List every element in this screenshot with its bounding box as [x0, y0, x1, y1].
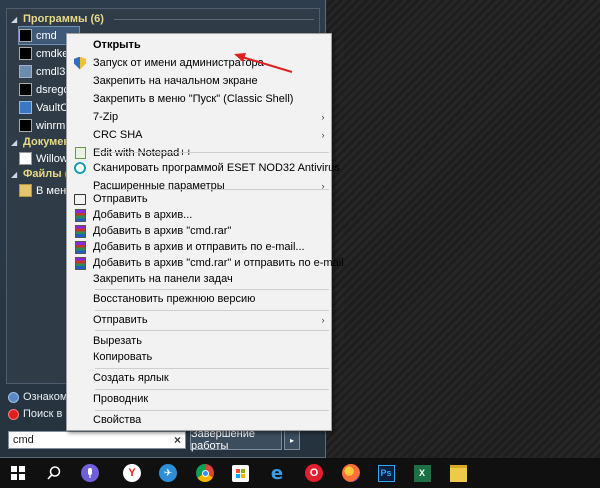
menu-item-label: Восстановить прежнюю версию — [93, 293, 256, 305]
menu-item-label: Проводник — [93, 393, 149, 405]
menu-item-pin-taskbar[interactable]: Закрепить на панели задач — [67, 270, 331, 288]
folder-icon — [19, 184, 32, 197]
taskbar-photoshop-button[interactable]: Ps — [368, 458, 404, 488]
taskbar-opera-button[interactable]: O — [296, 458, 332, 488]
taskbar-excel-button[interactable]: X — [404, 458, 440, 488]
menu-item-label: Добавить в архив "cmd.rar" и отправить п… — [93, 257, 344, 269]
menu-item-label: Закрепить в меню "Пуск" (Classic Shell) — [93, 93, 294, 105]
menu-item-restore-version[interactable]: Восстановить прежнюю версию — [67, 290, 331, 308]
cmd-icon — [19, 83, 32, 96]
menu-item-pin-classic-shell[interactable]: Закрепить в меню "Пуск" (Classic Shell) — [67, 90, 331, 108]
taskbar-chrome-button[interactable] — [187, 458, 223, 488]
winrar-icon — [74, 208, 86, 222]
clear-icon[interactable]: × — [174, 433, 181, 447]
search-input[interactable]: cmd × — [8, 431, 186, 449]
divider — [113, 18, 314, 20]
menu-item-copy[interactable]: Копировать — [67, 348, 331, 366]
taskbar-search-button[interactable] — [36, 458, 72, 488]
menu-item-label: Edit with Notepad++ — [93, 147, 193, 159]
taskbar-start-button[interactable] — [0, 458, 36, 488]
share-icon — [74, 193, 86, 205]
menu-item-crc-sha[interactable]: CRC SHA › — [67, 126, 331, 144]
menu-item-label: Добавить в архив... — [93, 209, 193, 221]
menu-item-7zip[interactable]: 7-Zip › — [67, 108, 331, 126]
menu-separator — [95, 330, 329, 331]
menu-item-label: Копировать — [93, 351, 153, 363]
context-menu: Открыть Запуск от имени администратора З… — [66, 33, 344, 431]
collapse-triangle-icon: ◢ — [11, 14, 18, 24]
menu-separator — [95, 152, 329, 153]
menu-item-eset-scan[interactable]: Сканировать программой ESET NOD32 Antivi… — [67, 159, 340, 177]
cmd-icon — [19, 29, 32, 42]
microphone-icon — [81, 464, 99, 482]
menu-item-create-shortcut[interactable]: Создать ярлык — [67, 369, 331, 387]
notepadpp-icon — [74, 147, 86, 159]
winrar-icon — [74, 240, 86, 254]
menu-item-label: Свойства — [93, 414, 142, 426]
photoshop-icon: Ps — [377, 464, 395, 482]
winrar-icon — [74, 256, 86, 270]
bottom-link-web-search[interactable]: Поиск в И — [8, 406, 72, 422]
submenu-arrow-icon: › — [321, 315, 325, 325]
opera-icon: O — [305, 464, 323, 482]
result-item-label: cmd — [36, 29, 57, 42]
menu-item-label: Вырезать — [93, 335, 142, 347]
windows-start-icon — [11, 466, 25, 480]
collapse-triangle-icon: ◢ — [11, 169, 18, 179]
winrar-icon — [74, 224, 86, 238]
search-icon — [47, 466, 61, 480]
search-input-value: cmd — [13, 434, 34, 446]
menu-item-label: Отправить — [93, 314, 148, 326]
shield-icon — [74, 56, 86, 70]
result-item-label: winrm — [36, 119, 66, 132]
menu-item-send-to[interactable]: Отправить › — [67, 311, 331, 329]
menu-item-properties[interactable]: Свойства — [67, 411, 331, 429]
bottom-link-label: Поиск в И — [23, 408, 72, 420]
vault-icon — [19, 101, 32, 114]
group-header-label: Программы (6) — [23, 13, 104, 25]
menu-item-label: Добавить в архив и отправить по e-mail..… — [93, 241, 305, 253]
menu-item-label: Отправить — [93, 193, 148, 205]
menu-item-label: CRC SHA — [93, 129, 143, 141]
menu-item-label: Добавить в архив "cmd.rar" — [93, 225, 232, 237]
firefox-icon — [342, 464, 360, 482]
taskbar-edge-button[interactable]: e — [259, 458, 295, 488]
taskbar-plane-button[interactable]: ✈ — [150, 458, 186, 488]
yandex-icon — [8, 408, 19, 420]
store-icon — [231, 464, 249, 482]
shutdown-button[interactable]: Завершение работы — [190, 428, 282, 452]
taskbar-explorer-button[interactable] — [440, 458, 476, 488]
submenu-arrow-icon: › — [321, 112, 325, 122]
taskbar: Y ✈ e O Ps X — [0, 458, 600, 488]
shutdown-options-button[interactable]: ▸ — [284, 430, 300, 450]
menu-item-label: 7-Zip — [93, 111, 119, 123]
taskbar-yandex-button[interactable]: Y — [114, 458, 150, 488]
menu-item-explorer[interactable]: Проводник — [67, 390, 331, 408]
bottom-link-label: Ознакоми — [23, 391, 72, 403]
chrome-icon — [196, 464, 214, 482]
taskbar-cortana-button[interactable] — [72, 458, 108, 488]
bottom-link-info[interactable]: Ознакоми — [8, 389, 72, 405]
edge-icon: e — [270, 462, 284, 484]
taskbar-store-button[interactable] — [222, 458, 258, 488]
submenu-arrow-icon: › — [321, 130, 325, 140]
eset-icon — [74, 162, 86, 174]
menu-item-label: Закрепить на панели задач — [93, 273, 233, 285]
document-icon — [19, 152, 32, 165]
menu-item-label: Закрепить на начальном экране — [93, 75, 258, 87]
annotation-arrow-icon — [234, 53, 293, 73]
excel-icon: X — [413, 464, 431, 482]
info-icon — [8, 391, 19, 403]
network-icon — [19, 65, 32, 78]
plane-icon: ✈ — [159, 464, 177, 482]
collapse-triangle-icon: ◢ — [11, 137, 18, 147]
yandex-browser-icon: Y — [123, 464, 141, 482]
cmd-icon — [19, 119, 32, 132]
cmd-icon — [19, 47, 32, 60]
taskbar-firefox-button[interactable] — [333, 458, 369, 488]
menu-item-label: Создать ярлык — [93, 372, 169, 384]
group-header-programs[interactable]: ◢ Программы (6) — [11, 12, 314, 26]
file-explorer-icon — [449, 464, 467, 482]
menu-item-label: Сканировать программой ESET NOD32 Antivi… — [93, 162, 340, 174]
